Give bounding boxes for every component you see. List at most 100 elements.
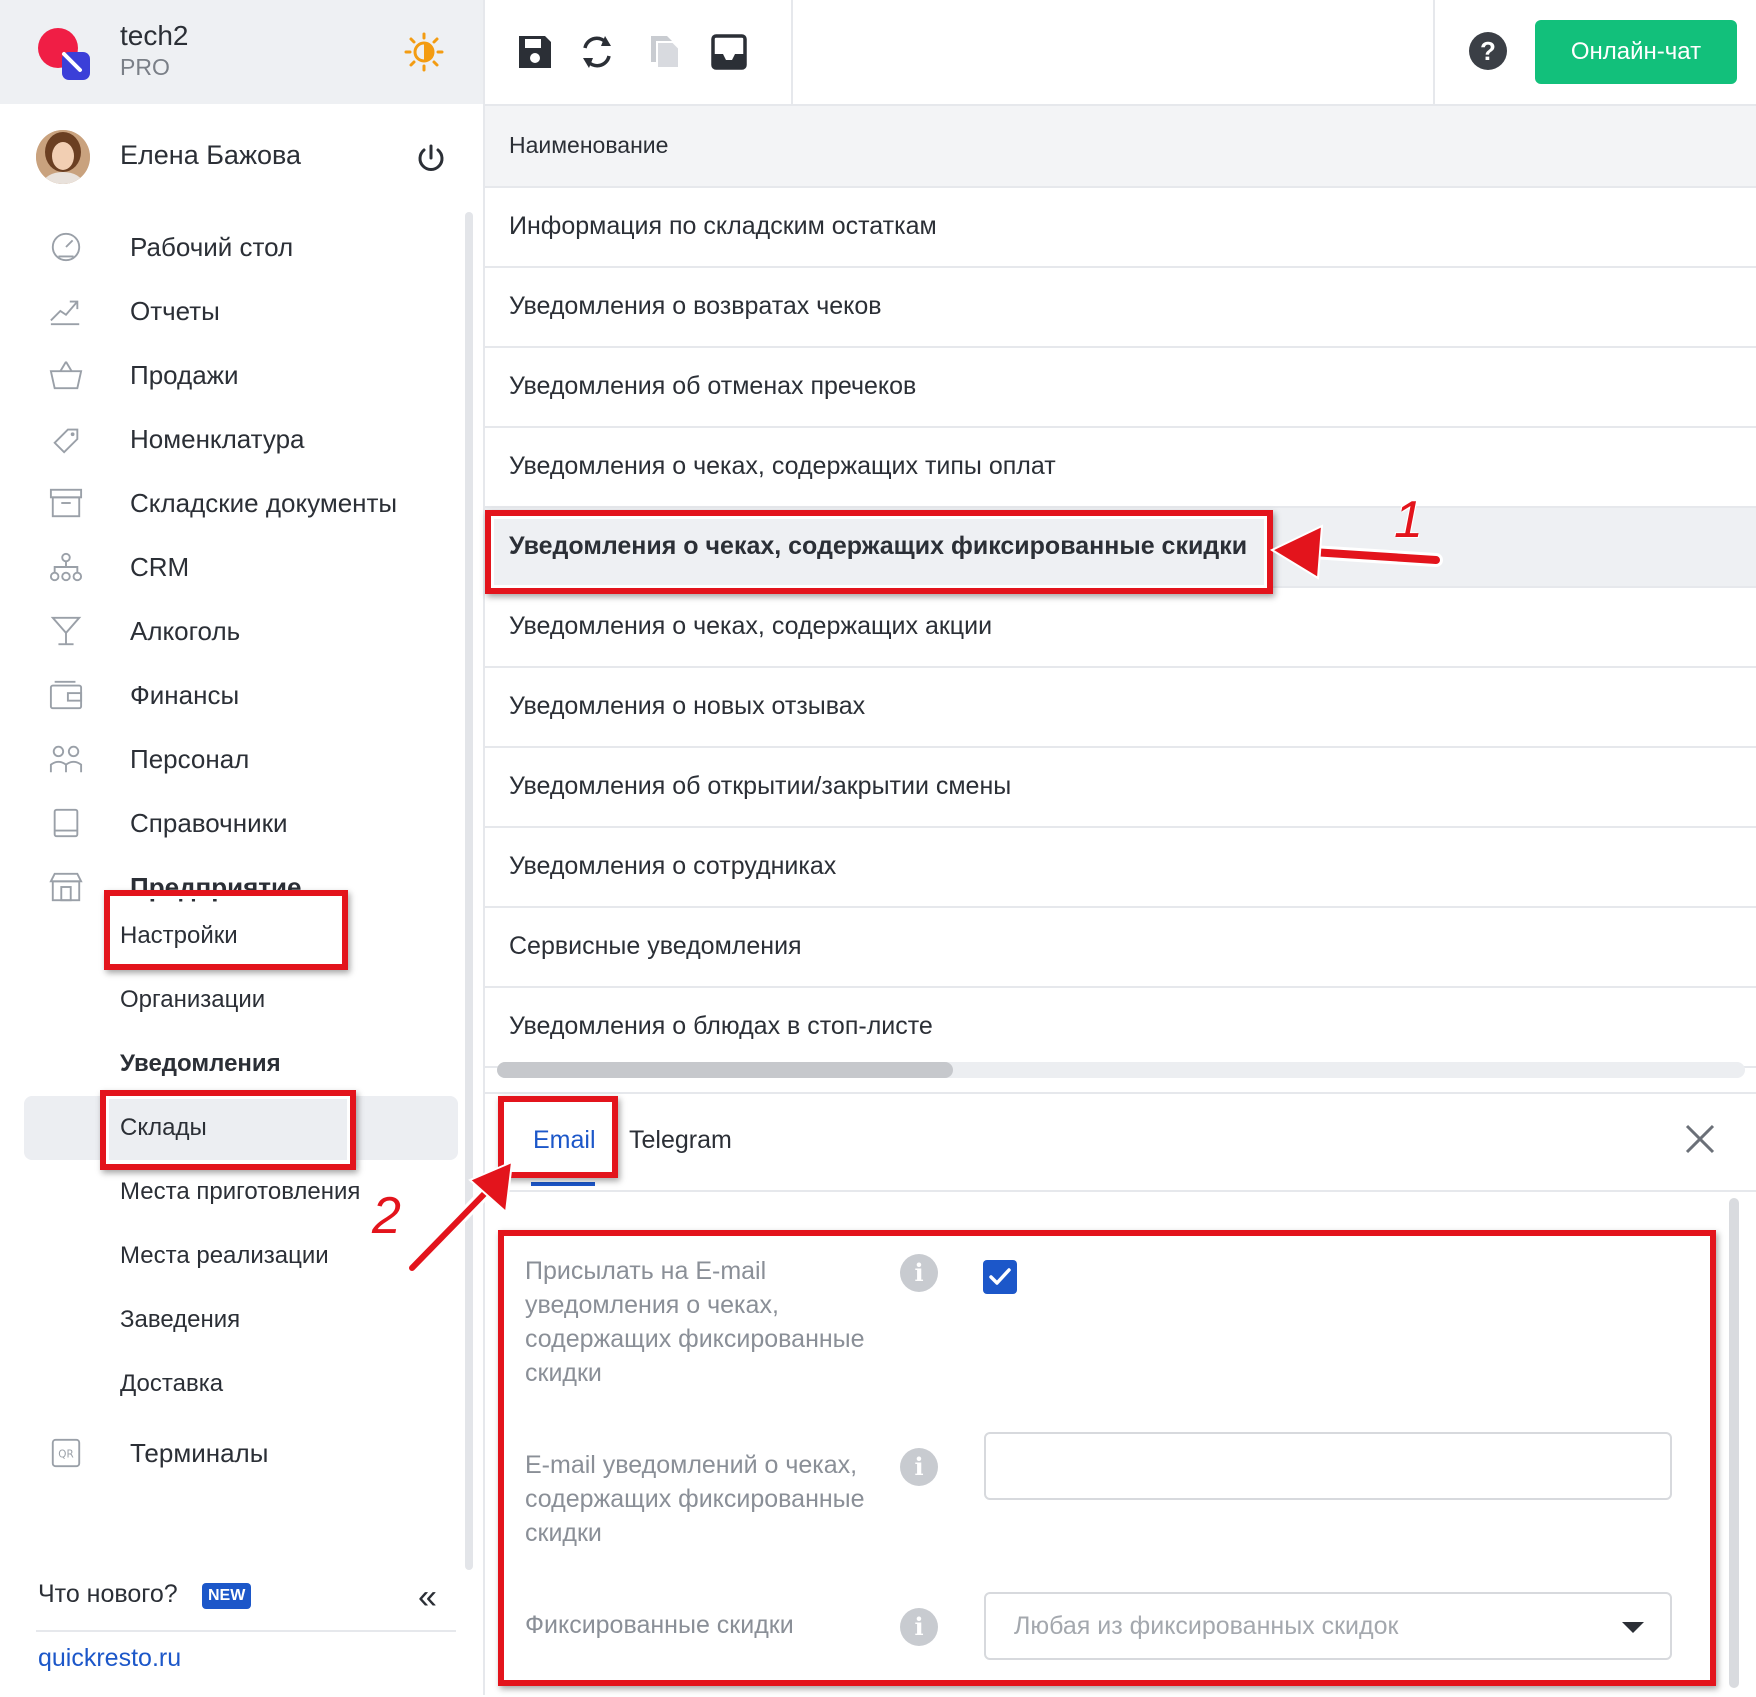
sidebar-item-terminals[interactable]: QR Терминалы (0, 1418, 460, 1484)
refresh-icon[interactable] (577, 30, 617, 74)
panel-tabs: Email Telegram (485, 1094, 1756, 1192)
active-tab-indicator (531, 1182, 595, 1186)
user-block: Елена Бажова (0, 104, 483, 204)
brand-name: tech2 (120, 20, 189, 51)
help-icon[interactable]: ? (1469, 32, 1507, 70)
table-cell-name: Уведомления о новых отзывах (509, 692, 866, 720)
sidebar-item[interactable]: Складские документы (0, 468, 460, 534)
table-row[interactable]: Информация по складским остаткам (485, 188, 1756, 268)
sidebar-item[interactable]: Алкоголь (0, 596, 460, 662)
user-name: Елена Бажова (120, 140, 302, 170)
svg-text:QR: QR (58, 1449, 73, 1461)
tab-telegram[interactable]: Telegram (629, 1126, 732, 1155)
save-icon[interactable] (515, 30, 555, 74)
toolbar-separator (1433, 0, 1435, 104)
table-row[interactable]: Уведомления о чеках, содержащих типы опл… (485, 428, 1756, 508)
new-badge: NEW (202, 1583, 252, 1609)
subnav-item-label: Заведения (120, 1306, 241, 1333)
scrollbar-thumb[interactable] (497, 1062, 953, 1078)
panel-scrollbar[interactable] (1729, 1198, 1739, 1688)
column-header-name[interactable]: Наименование (509, 132, 668, 159)
table-cell-name: Уведомления о чеках, содержащих акции (509, 612, 993, 640)
table-cell-name: Уведомления о блюдах в стоп-листе (509, 1012, 933, 1040)
table-cell-name: Уведомления об открытии/закрытии смены (509, 772, 1012, 800)
toolbar-separator (791, 0, 793, 104)
tag-icon (53, 428, 79, 454)
sidebar-item[interactable]: CRM (0, 532, 460, 598)
annotation-number-1: 1 (1394, 491, 1423, 549)
brand-plan: PRO (120, 54, 170, 80)
table-row[interactable]: Уведомления о сотрудниках (485, 828, 1756, 908)
sidebar-divider (36, 1630, 456, 1632)
site-link[interactable]: quickresto.ru (38, 1644, 181, 1673)
table-cell-name: Уведомления о чеках, содержащих типы опл… (509, 452, 1056, 480)
horizontal-scrollbar[interactable] (497, 1062, 1745, 1078)
reports-icon (50, 300, 80, 326)
annotation-box-notifications (100, 1090, 356, 1170)
subnav-item[interactable]: Уведомления (0, 1032, 460, 1094)
sidebar-item[interactable]: Номенклатура (0, 404, 460, 470)
table-header: Наименование (485, 106, 1756, 188)
table-row[interactable]: Уведомления об отменах пречеков (485, 348, 1756, 428)
sidebar-item-label: Отчеты (130, 296, 220, 326)
sidebar-item-label: Алкоголь (130, 616, 241, 646)
table-row[interactable]: Сервисные уведомления (485, 908, 1756, 988)
table-row[interactable]: Уведомления об открытии/закрытии смены (485, 748, 1756, 828)
sidebar-item-label: Складские документы (130, 488, 398, 518)
annotation-number-2: 2 (372, 1187, 401, 1245)
sidebar-item[interactable]: Персонал (0, 724, 460, 790)
subnav-item[interactable]: Организации (0, 968, 460, 1030)
avatar[interactable] (36, 130, 90, 184)
book-icon (53, 808, 79, 838)
inbox-icon[interactable] (709, 30, 749, 74)
annotation-box-row (485, 510, 1273, 594)
wallet-icon (49, 680, 83, 710)
sun-icon[interactable] (404, 32, 444, 72)
sidebar-item-label: Финансы (130, 680, 240, 710)
sidebar-item-label: Номенклатура (130, 424, 305, 454)
sidebar-item[interactable]: Отчеты (0, 276, 460, 342)
sidebar: tech2 PRO Елена Бажова Рабочий стол Отче… (0, 0, 485, 1695)
sidebar-item-label: Рабочий стол (130, 232, 294, 262)
basket-icon (49, 361, 83, 390)
store-icon (49, 872, 83, 902)
sidebar-item[interactable]: Рабочий стол (0, 212, 460, 278)
table-row[interactable]: Уведомления о новых отзывах (485, 668, 1756, 748)
sidebar-item-label: Справочники (130, 808, 288, 838)
online-chat-button[interactable]: Онлайн-чат (1535, 20, 1737, 84)
sidebar-item[interactable]: Справочники (0, 788, 460, 854)
qr-icon: QR (51, 1438, 81, 1468)
subnav-item-label: Места реализации (120, 1242, 329, 1269)
sidebar-item-label: Продажи (130, 360, 239, 390)
copy-icon[interactable] (645, 30, 685, 74)
people-icon (49, 745, 83, 773)
subnav-item[interactable]: Заведения (0, 1288, 460, 1350)
table-row[interactable]: Уведомления о чеках, содержащих акции (485, 588, 1756, 668)
sidebar-item[interactable]: Продажи (0, 340, 460, 406)
table-cell-name: Уведомления о возвратах чеков (509, 292, 882, 320)
table-cell-name: Информация по складским остаткам (509, 212, 937, 240)
sidebar-item[interactable]: Финансы (0, 660, 460, 726)
archive-icon (49, 488, 83, 518)
collapse-sidebar-icon[interactable]: « (418, 1578, 437, 1617)
annotation-box-form (498, 1230, 1716, 1686)
table-cell-name: Сервисные уведомления (509, 932, 802, 960)
subnav-item[interactable]: Доставка (0, 1352, 460, 1414)
close-icon[interactable] (1683, 1122, 1717, 1156)
table-row[interactable]: Уведомления о блюдах в стоп-листе (485, 988, 1756, 1068)
annotation-box-enterprise (104, 890, 348, 970)
cocktail-icon (50, 616, 82, 646)
sidebar-scrollbar[interactable] (465, 212, 473, 1570)
brand-header: tech2 PRO (0, 0, 483, 104)
table-cell-name: Уведомления об отменах пречеков (509, 372, 917, 400)
table-row[interactable]: Уведомления о возвратах чеков (485, 268, 1756, 348)
subnav-item-label: Уведомления (120, 1050, 281, 1077)
subnav-item-label: Места приготовления (120, 1178, 361, 1205)
subnav-item-label: Организации (120, 986, 266, 1013)
subnav-item-label: Доставка (120, 1370, 224, 1397)
sidebar-item-label: Персонал (130, 744, 250, 774)
whats-new-link[interactable]: Что нового? (38, 1580, 178, 1609)
crm-icon (49, 552, 83, 582)
table-cell-name: Уведомления о сотрудниках (509, 852, 837, 880)
power-icon[interactable] (414, 142, 448, 176)
